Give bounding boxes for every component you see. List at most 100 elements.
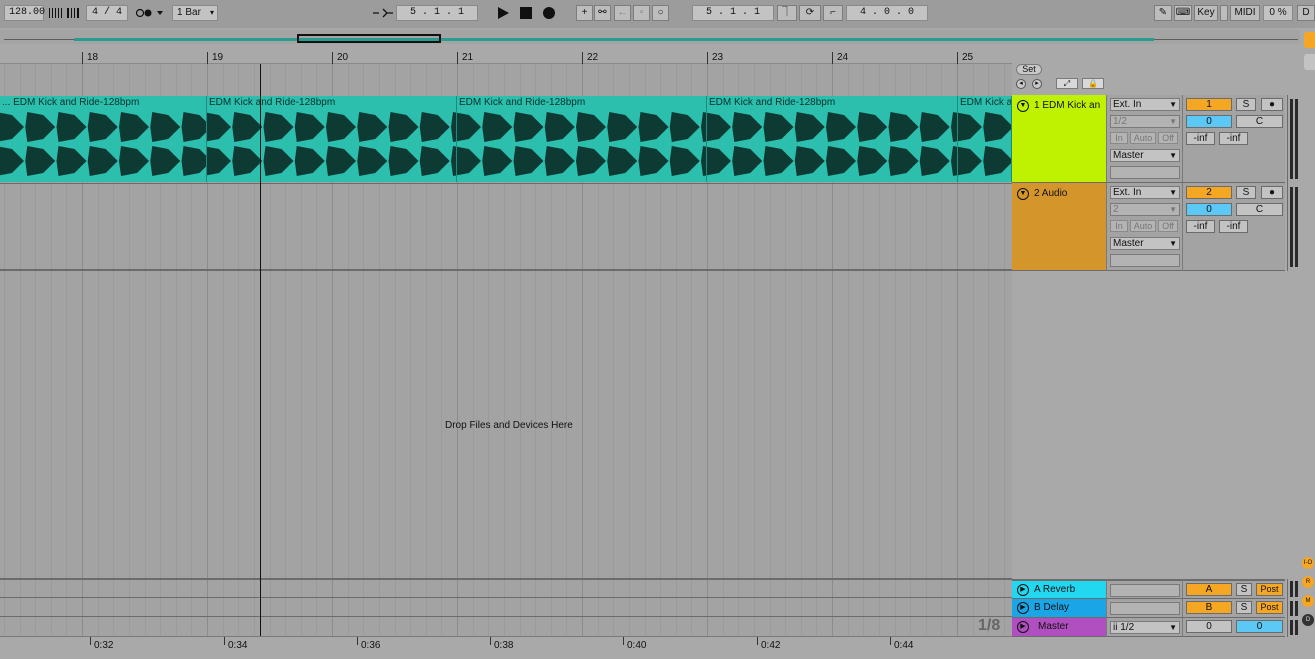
master-pan-field[interactable]: 0 bbox=[1236, 620, 1283, 633]
input-type-menu[interactable]: Ext. In ▼ bbox=[1110, 98, 1180, 111]
monitor-in-button[interactable]: In bbox=[1110, 132, 1128, 144]
audio-clip[interactable]: ... EDM Kick and Ride-128bpm bbox=[0, 96, 207, 182]
output-menu[interactable] bbox=[1110, 584, 1180, 597]
record-icon[interactable] bbox=[540, 5, 558, 21]
fold-icon[interactable]: ▶ bbox=[1017, 584, 1029, 596]
fold-icon[interactable]: ▶ bbox=[1017, 602, 1029, 614]
midi-map-button[interactable]: MIDI bbox=[1230, 5, 1260, 21]
beat-time-ruler[interactable]: 18 19 20 21 22 23 24 25 bbox=[0, 48, 1012, 64]
track-header-2[interactable]: ▼ 2 Audio bbox=[1012, 183, 1106, 271]
returns-toggle[interactable]: R bbox=[1302, 576, 1314, 588]
master-name[interactable]: Master bbox=[1038, 621, 1108, 632]
set-button[interactable]: Set bbox=[1016, 64, 1042, 75]
master-volume-field[interactable]: 0 bbox=[1186, 620, 1232, 633]
browser-toggle-icon[interactable] bbox=[1304, 32, 1315, 48]
arm-button[interactable]: ● bbox=[1261, 98, 1283, 111]
time-ruler[interactable]: 0:32 0:34 0:36 0:38 0:40 0:42 0:44 bbox=[0, 636, 1012, 659]
track-lane-1[interactable]: ... EDM Kick and Ride-128bpm EDM Kick an… bbox=[0, 64, 1012, 184]
loop-start-field[interactable]: 5 . 1 . 1 bbox=[692, 5, 774, 21]
input-channel-menu[interactable]: 1/2 ▼ bbox=[1110, 115, 1180, 128]
track-name[interactable]: 1 EDM Kick an bbox=[1034, 100, 1104, 111]
fold-icon[interactable]: ▼ bbox=[1017, 188, 1029, 200]
output-menu[interactable]: Master ▼ bbox=[1110, 149, 1180, 162]
monitor-auto-button[interactable]: Auto bbox=[1130, 132, 1156, 144]
io-toggle[interactable]: I-O bbox=[1302, 557, 1314, 569]
lock-icon[interactable]: 🔒 bbox=[1082, 78, 1104, 89]
arrow-left-icon[interactable]: ◂ bbox=[1016, 79, 1026, 89]
output-channel-menu[interactable] bbox=[1110, 166, 1180, 179]
output-menu[interactable] bbox=[1110, 602, 1180, 615]
session-record-icon[interactable]: ○ bbox=[652, 5, 669, 21]
return-lane-b[interactable] bbox=[0, 598, 1012, 617]
audio-clip[interactable]: EDM Kick and Ride-128bpm bbox=[207, 96, 457, 182]
play-icon[interactable] bbox=[494, 5, 512, 21]
track-activator-button[interactable]: 1 bbox=[1186, 98, 1232, 111]
delay-toggle[interactable]: D bbox=[1302, 614, 1314, 626]
loop-length-field[interactable]: 4 . 0 . 0 bbox=[846, 5, 928, 21]
track-lane-2[interactable] bbox=[0, 184, 1012, 271]
draw-mode-icon[interactable]: ✎ bbox=[1154, 5, 1172, 21]
track-activator-button[interactable]: 2 bbox=[1186, 186, 1232, 199]
post-button[interactable]: Post bbox=[1256, 601, 1283, 614]
post-button[interactable]: Post bbox=[1256, 583, 1283, 596]
tempo-field[interactable]: 128.00 bbox=[4, 5, 45, 21]
loop-switch-icon[interactable]: ⟳ bbox=[799, 5, 821, 21]
input-type-menu[interactable]: Ext. In ▼ bbox=[1110, 186, 1180, 199]
input-channel-menu[interactable]: 2 ▼ bbox=[1110, 203, 1180, 216]
expand-icon[interactable]: ⤢ bbox=[1056, 78, 1078, 89]
punch-out-icon[interactable]: ⌐ bbox=[823, 5, 843, 21]
follow-icon[interactable] bbox=[372, 5, 394, 21]
key-map-button[interactable]: Key bbox=[1194, 5, 1218, 21]
audio-clip[interactable]: EDM Kick and Ride-128bpm bbox=[457, 96, 707, 182]
punch-in-icon[interactable]: ⏋ bbox=[777, 5, 797, 21]
solo-button[interactable]: S bbox=[1236, 583, 1252, 596]
metronome-icon[interactable] bbox=[134, 5, 164, 21]
overview-view-frame[interactable] bbox=[297, 34, 441, 43]
automation-arm-icon[interactable]: ⚯ bbox=[594, 5, 611, 21]
master-header[interactable]: ▶ Master bbox=[1012, 618, 1106, 637]
return-header-b[interactable]: ▶ B Delay bbox=[1012, 599, 1106, 618]
fold-icon[interactable]: ▼ bbox=[1017, 100, 1029, 112]
volume-field[interactable]: 0 bbox=[1186, 203, 1232, 216]
master-lane[interactable]: 1/8 bbox=[0, 617, 1012, 636]
arrangement-overview[interactable] bbox=[0, 30, 1300, 44]
audio-clip[interactable]: EDM Kick a bbox=[958, 96, 1012, 182]
arm-button[interactable]: ● bbox=[1261, 186, 1283, 199]
track-name[interactable]: 2 Audio bbox=[1034, 188, 1104, 199]
pan-field[interactable]: C bbox=[1236, 115, 1283, 128]
arrangement-view[interactable]: ... EDM Kick and Ride-128bpm EDM Kick an… bbox=[0, 64, 1012, 636]
output-channel-menu[interactable] bbox=[1110, 254, 1180, 267]
pan-field[interactable]: C bbox=[1236, 203, 1283, 216]
monitor-auto-button[interactable]: Auto bbox=[1130, 220, 1156, 232]
back-to-arrangement-icon[interactable]: ← bbox=[614, 5, 631, 21]
track-header-1[interactable]: ▼ 1 EDM Kick an bbox=[1012, 95, 1106, 183]
drop-area[interactable]: Drop Files and Devices Here bbox=[0, 271, 1012, 578]
return-name[interactable]: B Delay bbox=[1034, 602, 1104, 613]
add-icon[interactable]: + bbox=[576, 5, 593, 21]
solo-button[interactable]: S bbox=[1236, 186, 1256, 199]
stop-icon[interactable] bbox=[517, 5, 535, 21]
time-signature-field[interactable]: 4 / 4 bbox=[86, 5, 128, 21]
return-lane-a[interactable] bbox=[0, 578, 1012, 598]
monitor-in-button[interactable]: In bbox=[1110, 220, 1128, 232]
return-header-a[interactable]: ▶ A Reverb bbox=[1012, 579, 1106, 599]
mixer-toggle[interactable]: M bbox=[1302, 595, 1314, 607]
audio-clip[interactable]: EDM Kick and Ride-128bpm bbox=[707, 96, 958, 182]
monitor-off-button[interactable]: Off bbox=[1158, 220, 1178, 232]
output-menu[interactable]: Master ▼ bbox=[1110, 237, 1180, 250]
fold-icon[interactable]: ▶ bbox=[1017, 621, 1029, 633]
return-activator-button[interactable]: A bbox=[1186, 583, 1232, 596]
arrow-right-icon[interactable]: ▸ bbox=[1032, 79, 1042, 89]
arrangement-position-field[interactable]: 5 . 1 . 1 bbox=[396, 5, 478, 21]
tap-tempo-icon[interactable] bbox=[48, 5, 64, 21]
capture-icon[interactable]: ▫ bbox=[633, 5, 650, 21]
monitor-off-button[interactable]: Off bbox=[1158, 132, 1178, 144]
keyboard-icon[interactable]: ⌨ bbox=[1174, 5, 1192, 21]
return-name[interactable]: A Reverb bbox=[1034, 584, 1104, 595]
volume-field[interactable]: 0 bbox=[1186, 115, 1232, 128]
view-toggle-icon[interactable] bbox=[1304, 54, 1315, 70]
nudge-icon[interactable] bbox=[66, 5, 82, 21]
master-output-menu[interactable]: ii 1/2 ▼ bbox=[1110, 621, 1180, 634]
solo-button[interactable]: S bbox=[1236, 601, 1252, 614]
solo-button[interactable]: S bbox=[1236, 98, 1256, 111]
